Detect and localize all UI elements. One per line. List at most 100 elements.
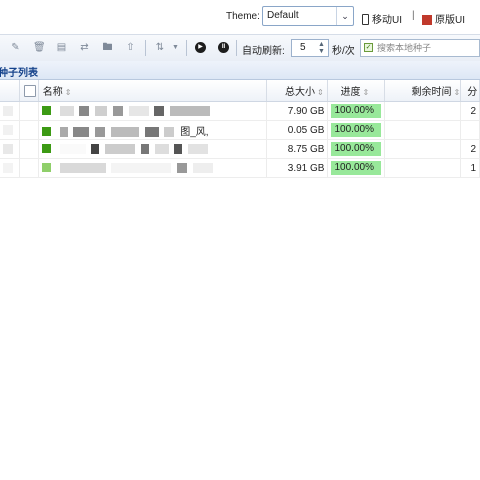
refresh-unit-label: 秒/次 (332, 46, 355, 57)
toolbar: ✎ 🗑 ▤ ⇄ 🖿 ⇧ ⇅ ▼ ▶ II 自动刷新: 5 ▲ ▼ 秒/次 ✓ 搜索… (0, 34, 480, 62)
progress-cell: 100.00% (327, 158, 386, 178)
table-row[interactable]: 3.91 GB 100.00% 1 (0, 158, 480, 178)
theme-select[interactable]: Default ⌄ (262, 6, 354, 26)
size-cell: 7.90 GB (266, 101, 329, 121)
mobile-phone-icon (362, 14, 369, 25)
redacted-text (144, 126, 159, 137)
more-cell: 2 (460, 101, 480, 121)
redacted-text (188, 143, 209, 154)
column-header-remaining[interactable]: 剩余时间 ⇕ (384, 80, 462, 102)
redacted-text (59, 105, 74, 116)
toolbar-divider (186, 40, 187, 56)
row-select-cell[interactable] (19, 158, 39, 178)
redacted-text (59, 126, 68, 137)
redacted-text (91, 143, 100, 154)
more-cell: 1 (460, 158, 480, 178)
theme-select-value: Default (267, 10, 299, 21)
row-select-cell[interactable] (19, 139, 39, 159)
column-header-name[interactable]: 名称 ⇕ (38, 80, 267, 102)
table-row[interactable]: 7.90 GB 100.00% 2 (0, 101, 480, 121)
local-search-field[interactable]: ✓ 搜索本地种子 (360, 39, 480, 57)
sort-icon: ⇕ (316, 88, 324, 97)
status-icon (41, 106, 51, 116)
torrent-name-cell[interactable] (38, 101, 267, 121)
torrent-table: 名称⇕ 总大小⇕ 进度⇕ 剩余时间⇕ 分 7.90 GB 100.00% (0, 80, 480, 178)
row-select-cell[interactable] (19, 101, 39, 121)
pause-icon[interactable]: II (218, 42, 229, 53)
more-cell (460, 120, 480, 140)
edit-icon[interactable]: ✎ (10, 42, 21, 53)
mobile-ui-link[interactable]: 移动UI (362, 11, 402, 26)
redacted-text (112, 105, 123, 116)
table-row[interactable]: 图_风, 0.05 GB 100.00% (0, 120, 480, 140)
start-icon[interactable]: ▶ (195, 42, 206, 53)
search-filter-checkbox[interactable]: ✓ (364, 43, 373, 52)
export-icon[interactable]: ⇧ (125, 42, 136, 53)
progress-cell: 100.00% (327, 120, 386, 140)
progress-bar: 100.00% (331, 123, 382, 137)
sort-icon: ⇕ (362, 88, 370, 97)
auto-refresh-label: 自动刷新: (242, 46, 285, 57)
size-cell: 0.05 GB (266, 120, 329, 140)
select-all-header[interactable] (19, 80, 39, 102)
original-ui-label: 原版UI (435, 15, 465, 26)
more-cell: 2 (460, 139, 480, 159)
header-separator: | (412, 10, 415, 21)
redacted-text (154, 105, 165, 116)
mobile-ui-label: 移动UI (372, 15, 402, 26)
progress-bar: 100.00% (331, 161, 382, 175)
redacted-text (174, 143, 183, 154)
torrent-list-panel-header: 种子列表 (0, 61, 480, 80)
column-header-more[interactable]: 分 (460, 80, 480, 102)
status-icon (41, 163, 51, 173)
refresh-interval-value: 5 (300, 42, 306, 53)
redacted-text (105, 143, 136, 154)
row-select-cell[interactable] (19, 120, 39, 140)
redacted-text (111, 162, 172, 173)
original-ui-link[interactable]: 原版UI (422, 11, 465, 26)
blurred-cell (3, 124, 13, 135)
redacted-text (95, 126, 106, 137)
search-placeholder: 搜索本地种子 (377, 43, 432, 53)
size-cell: 3.91 GB (266, 158, 329, 178)
blurred-cell (3, 105, 13, 116)
sort-icon: ⇕ (453, 88, 461, 97)
sort-order-icon[interactable]: ⇅ (152, 42, 168, 53)
blurred-cell (3, 143, 13, 154)
row-number-header (0, 80, 20, 102)
column-header-size[interactable]: 总大小 ⇕ (266, 80, 329, 102)
status-icon (41, 127, 51, 137)
redacted-text (95, 105, 108, 116)
torrent-name-cell[interactable] (38, 158, 267, 178)
folder-icon[interactable]: 🖿 (102, 42, 113, 53)
file-list-icon[interactable]: ▤ (56, 42, 67, 53)
chevron-down-icon[interactable]: ⌄ (336, 7, 353, 25)
spinner-arrows-icon[interactable]: ▲ ▼ (318, 41, 327, 55)
redacted-text (73, 126, 90, 137)
move-icon[interactable]: ⇄ (79, 42, 90, 53)
blurred-cell (3, 162, 13, 173)
progress-cell: 100.00% (327, 139, 386, 159)
panel-title: 种子列表 (0, 68, 38, 79)
remaining-cell (384, 120, 462, 140)
torrent-name-cell[interactable] (38, 139, 267, 159)
table-row[interactable]: 8.75 GB 100.00% 2 (0, 139, 480, 159)
select-all-checkbox[interactable] (24, 84, 36, 97)
redacted-text (59, 162, 106, 173)
redacted-text (154, 143, 169, 154)
redacted-text (140, 143, 149, 154)
caret-down-icon[interactable]: ▼ (170, 42, 181, 53)
original-ui-icon (422, 15, 432, 25)
torrent-name-cell[interactable]: 图_风, (38, 120, 267, 140)
column-header-progress[interactable]: 进度 ⇕ (327, 80, 386, 102)
top-bar: Theme: Default ⌄ 移动UI | 原版UI (0, 0, 480, 32)
refresh-interval-stepper[interactable]: 5 ▲ ▼ (291, 39, 329, 57)
remaining-cell (384, 101, 462, 121)
redacted-text (164, 126, 175, 137)
redacted-text (110, 126, 139, 137)
delete-icon[interactable]: 🗑 (33, 42, 46, 53)
size-cell: 8.75 GB (266, 139, 329, 159)
sort-icon: ⇕ (64, 88, 72, 97)
row-number-cell (0, 139, 20, 159)
redacted-text (59, 143, 86, 154)
